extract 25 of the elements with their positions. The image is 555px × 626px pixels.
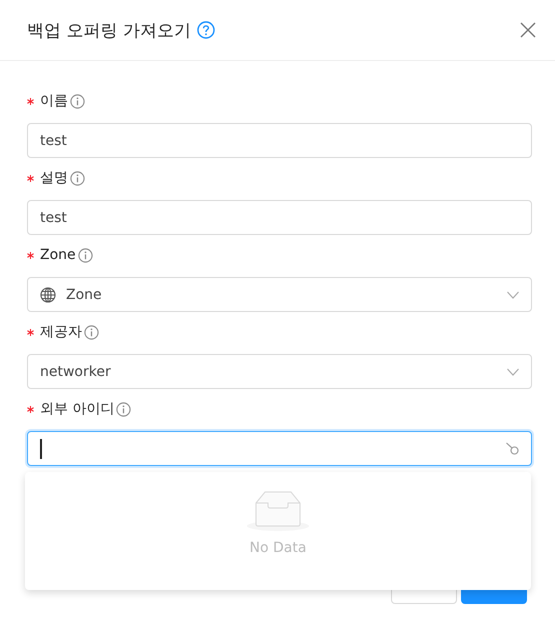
field-label: Zone bbox=[40, 247, 76, 263]
info-icon[interactable] bbox=[70, 170, 85, 186]
select-field[interactable]: Zone bbox=[27, 277, 532, 312]
close-button[interactable] bbox=[520, 22, 536, 38]
help-icon[interactable] bbox=[196, 21, 215, 39]
field-label: 외부 아이디 bbox=[40, 400, 114, 418]
chevron-down-icon bbox=[507, 368, 519, 376]
globe-icon bbox=[40, 286, 56, 302]
input-field[interactable]: test bbox=[27, 200, 532, 235]
field-label: 이름 bbox=[40, 92, 68, 110]
input-field[interactable]: test bbox=[27, 123, 532, 158]
field-label: 설명 bbox=[40, 169, 68, 187]
empty-text: No Data bbox=[250, 540, 306, 556]
dialog-title: 백업 오퍼링 가져오기 bbox=[27, 20, 191, 42]
text-cursor bbox=[40, 438, 42, 458]
field-label: 제공자 bbox=[40, 323, 82, 341]
info-icon[interactable] bbox=[116, 402, 132, 416]
search-icon bbox=[506, 442, 519, 455]
info-icon[interactable] bbox=[84, 324, 99, 340]
chevron-down-icon bbox=[507, 290, 519, 298]
info-icon[interactable] bbox=[70, 94, 85, 108]
search-field[interactable] bbox=[27, 431, 532, 466]
empty-inbox-icon bbox=[246, 490, 310, 532]
select-field[interactable]: networker bbox=[27, 354, 532, 389]
info-icon[interactable] bbox=[78, 248, 93, 262]
